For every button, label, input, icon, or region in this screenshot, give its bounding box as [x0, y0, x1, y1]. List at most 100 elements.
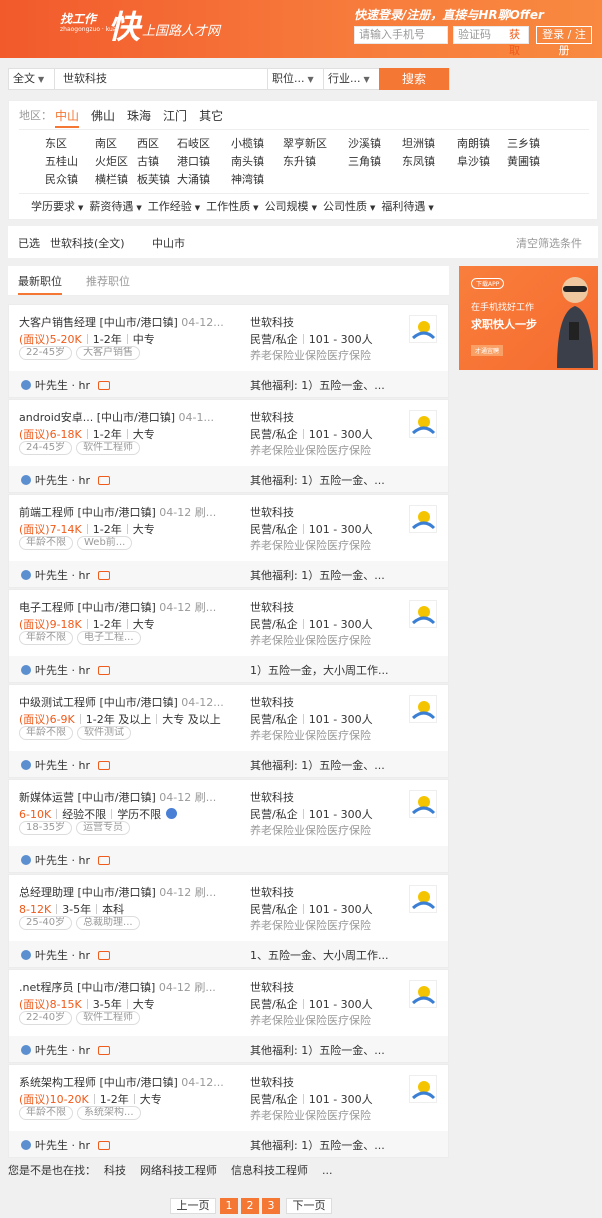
company-logo[interactable]: [409, 505, 437, 533]
district-link[interactable]: 小榄镇: [231, 135, 264, 153]
chat-icon[interactable]: [97, 856, 110, 865]
hr-contact[interactable]: 叶先生 · hr: [21, 852, 110, 868]
district-link[interactable]: 东凤镇: [402, 153, 435, 171]
job-card[interactable]: 电子工程师 [中山市/港口镇] 04-12 刷... (面议)9-18K 1-2年大…: [8, 589, 449, 683]
district-link[interactable]: 石岐区: [177, 135, 210, 153]
criteria-dropdown[interactable]: 工作性质 ▼: [206, 200, 258, 213]
chat-icon[interactable]: [97, 571, 110, 580]
job-card[interactable]: 中级测试工程师 [中山市/港口镇] 04-12... (面议)6-9K 1-2年 及…: [8, 684, 449, 778]
job-title[interactable]: 新媒体运营: [19, 791, 74, 804]
company-name[interactable]: 世软科技: [250, 314, 294, 330]
hr-contact[interactable]: 叶先生 · hr: [21, 1137, 110, 1153]
region-tab[interactable]: 江门: [163, 109, 187, 123]
selected-item-city[interactable]: 中山市: [152, 235, 185, 251]
related-link[interactable]: 科技: [104, 1164, 126, 1177]
company-logo[interactable]: [409, 600, 437, 628]
district-link[interactable]: 黄圃镇: [507, 153, 540, 171]
district-link[interactable]: 三乡镇: [507, 135, 540, 153]
job-title[interactable]: 前端工程师: [19, 506, 74, 519]
district-link[interactable]: 翠亨新区: [283, 135, 327, 153]
district-link[interactable]: 横栏镇: [95, 171, 128, 189]
job-title[interactable]: .net程序员: [19, 981, 74, 994]
login-button[interactable]: 登录 / 注册: [536, 26, 592, 57]
hr-contact[interactable]: 叶先生 · hr: [21, 757, 110, 773]
criteria-dropdown[interactable]: 福利待遇 ▼: [381, 200, 433, 213]
job-title[interactable]: 总经理助理: [19, 886, 74, 899]
prev-page-button[interactable]: 上一页: [170, 1198, 216, 1214]
code-input[interactable]: 验证码 获取: [453, 26, 529, 57]
criteria-dropdown[interactable]: 薪资待遇 ▼: [89, 200, 141, 213]
company-logo[interactable]: [409, 1075, 437, 1103]
district-link[interactable]: 火炬区: [95, 153, 128, 171]
region-tab[interactable]: 珠海: [127, 109, 151, 123]
job-title-line[interactable]: android安卓... [中山市/港口镇] 04-1...: [19, 409, 247, 425]
job-title[interactable]: 中级测试工程师: [19, 696, 96, 709]
criteria-dropdown[interactable]: 公司规模 ▼: [265, 200, 317, 213]
job-card[interactable]: 总经理助理 [中山市/港口镇] 04-12 刷... 8-12K 3-5年 本科 25-…: [8, 874, 449, 968]
next-page-button[interactable]: 下一页: [286, 1198, 332, 1214]
phone-input[interactable]: 请输入手机号: [354, 26, 448, 44]
keyword-input[interactable]: 世软科技: [59, 69, 265, 89]
district-link[interactable]: 民众镇: [45, 171, 78, 189]
job-title-line[interactable]: 大客户销售经理 [中山市/港口镇] 04-12...: [19, 314, 247, 330]
job-title-line[interactable]: .net程序员 [中山市/港口镇] 04-12 刷...: [19, 979, 247, 995]
job-title[interactable]: 大客户销售经理: [19, 316, 96, 329]
page-number[interactable]: 1: [220, 1198, 238, 1214]
hr-contact[interactable]: 叶先生 · hr: [21, 947, 110, 963]
company-name[interactable]: 世软科技: [250, 979, 294, 995]
job-title[interactable]: 电子工程师: [19, 601, 74, 614]
job-title-line[interactable]: 前端工程师 [中山市/港口镇] 04-12 刷...: [19, 504, 247, 520]
job-title-line[interactable]: 电子工程师 [中山市/港口镇] 04-12 刷...: [19, 599, 247, 615]
job-card[interactable]: 系统架构工程师 [中山市/港口镇] 04-12... (面议)10-20K 1-2年…: [8, 1064, 449, 1158]
company-name[interactable]: 世软科技: [250, 884, 294, 900]
chat-icon[interactable]: [97, 381, 110, 390]
company-logo[interactable]: [409, 980, 437, 1008]
job-card[interactable]: android安卓... [中山市/港口镇] 04-1... (面议)6-18K 1…: [8, 399, 449, 493]
district-link[interactable]: 三角镇: [348, 153, 381, 171]
hr-contact[interactable]: 叶先生 · hr: [21, 567, 110, 583]
job-card[interactable]: 前端工程师 [中山市/港口镇] 04-12 刷... (面议)7-14K 1-2年大…: [8, 494, 449, 588]
district-link[interactable]: 板芙镇: [137, 171, 170, 189]
chat-icon[interactable]: [97, 476, 110, 485]
district-link[interactable]: 大涌镇: [177, 171, 210, 189]
chat-icon[interactable]: [97, 1046, 110, 1055]
job-card[interactable]: .net程序员 [中山市/港口镇] 04-12 刷... (面议)8-15K 3-5…: [8, 969, 449, 1063]
selected-item-keyword[interactable]: 世软科技(全文): [50, 235, 125, 251]
district-link[interactable]: 阜沙镇: [457, 153, 490, 171]
related-link[interactable]: 信息科技工程师: [231, 1164, 308, 1177]
page-number[interactable]: 2: [241, 1198, 259, 1214]
tab-latest[interactable]: 最新职位: [18, 273, 62, 295]
region-tab[interactable]: 中山: [55, 109, 80, 128]
related-link[interactable]: 网络科技工程师: [140, 1164, 217, 1177]
district-link[interactable]: 港口镇: [177, 153, 210, 171]
clear-filters-link[interactable]: 清空筛选条件: [516, 235, 582, 251]
job-title-line[interactable]: 系统架构工程师 [中山市/港口镇] 04-12...: [19, 1074, 247, 1090]
chat-icon[interactable]: [97, 951, 110, 960]
search-button[interactable]: 搜索: [379, 68, 449, 90]
job-title-line[interactable]: 新媒体运营 [中山市/港口镇] 04-12 刷...: [19, 789, 247, 805]
district-link[interactable]: 坦洲镇: [402, 135, 435, 153]
job-title[interactable]: 系统架构工程师: [19, 1076, 96, 1089]
hr-contact[interactable]: 叶先生 · hr: [21, 377, 110, 393]
company-name[interactable]: 世软科技: [250, 1074, 294, 1090]
app-ad-banner[interactable]: 下载APP 在手机找好工作 求职快人一步 才通宜聘: [459, 266, 598, 370]
company-logo[interactable]: [409, 885, 437, 913]
chat-icon[interactable]: [97, 761, 110, 770]
company-name[interactable]: 世软科技: [250, 694, 294, 710]
district-link[interactable]: 西区: [137, 135, 159, 153]
scope-select[interactable]: 全文 ▼: [9, 69, 55, 89]
company-logo[interactable]: [409, 410, 437, 438]
chat-icon[interactable]: [97, 666, 110, 675]
district-link[interactable]: 南区: [95, 135, 117, 153]
company-logo[interactable]: [409, 790, 437, 818]
criteria-dropdown[interactable]: 公司性质 ▼: [323, 200, 375, 213]
job-card[interactable]: 大客户销售经理 [中山市/港口镇] 04-12... (面议)5-20K 1-2年中…: [8, 304, 449, 398]
district-link[interactable]: 南朗镇: [457, 135, 490, 153]
page-number[interactable]: 3: [262, 1198, 280, 1214]
region-tab[interactable]: 其它: [199, 109, 223, 123]
criteria-dropdown[interactable]: 工作经验 ▼: [148, 200, 200, 213]
chat-icon[interactable]: [97, 1141, 110, 1150]
region-tab[interactable]: 佛山: [91, 109, 115, 123]
district-link[interactable]: 沙溪镇: [348, 135, 381, 153]
district-link[interactable]: 神湾镇: [231, 171, 264, 189]
